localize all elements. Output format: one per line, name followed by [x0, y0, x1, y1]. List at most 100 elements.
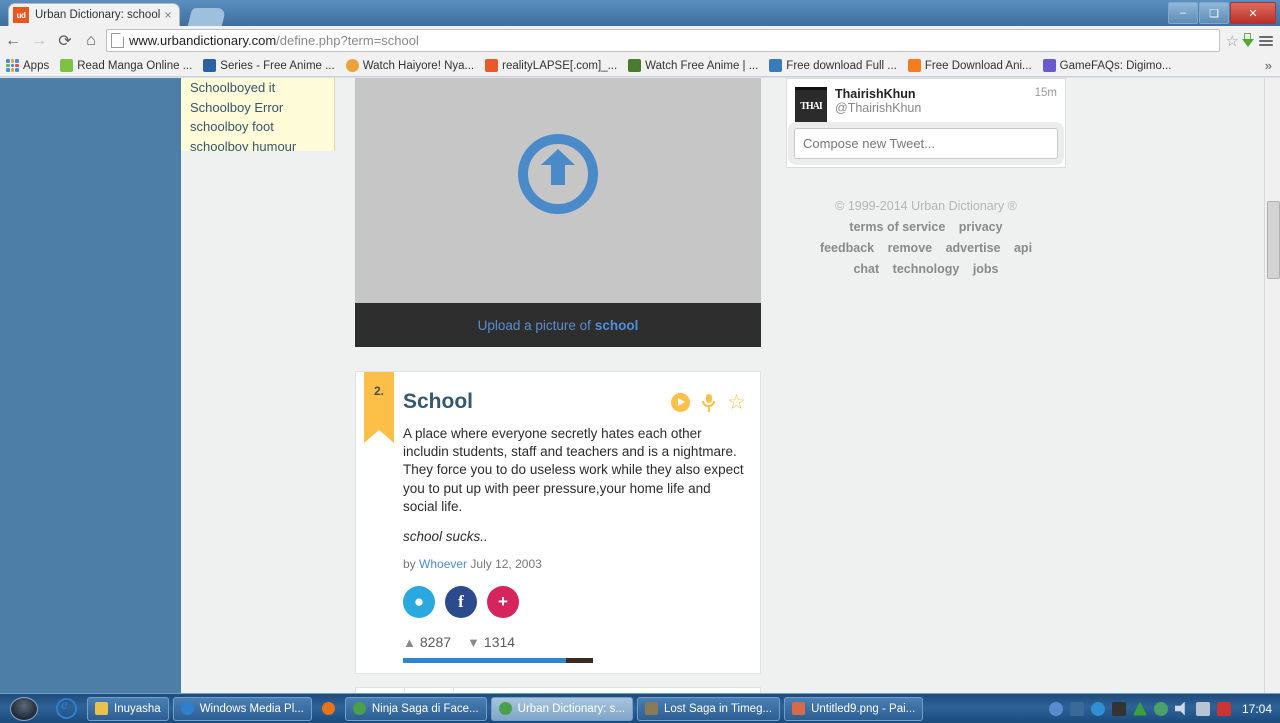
bookmark-item[interactable]: Series - Free Anime ...: [203, 59, 335, 72]
bookmark-item[interactable]: Read Manga Online ...: [60, 59, 192, 72]
footer-link-privacy[interactable]: privacy: [959, 220, 1003, 234]
paint-icon: [792, 702, 806, 715]
author-link[interactable]: Whoever: [419, 557, 467, 571]
chrome-menu-icon[interactable]: [1256, 35, 1276, 46]
bookmark-item[interactable]: realityLAPSE[.com]_...: [485, 59, 617, 72]
star-icon[interactable]: ☆: [727, 392, 746, 413]
bookmark-label: GameFAQs: Digimo...: [1059, 59, 1172, 72]
maximize-button[interactable]: ❑: [1199, 2, 1229, 24]
firefox-launcher[interactable]: [314, 702, 343, 715]
bookmark-label: Free Download Ani...: [924, 59, 1032, 72]
upload-caption[interactable]: Upload a picture of school: [355, 303, 761, 347]
upload-arrow-icon: [518, 134, 598, 214]
compose-tweet-input[interactable]: Compose new Tweet...: [794, 128, 1058, 159]
start-orb-icon: [10, 696, 38, 721]
tray-icon-4[interactable]: [1111, 701, 1126, 716]
back-button[interactable]: ←: [0, 32, 26, 50]
bookmark-star-icon[interactable]: ☆: [1226, 32, 1239, 50]
scrollbar-thumb[interactable]: [1267, 201, 1280, 279]
microphone-icon[interactable]: [699, 393, 718, 412]
bookmarks-overflow-icon[interactable]: »: [1265, 58, 1272, 73]
tweet-author-name: ThairishKhun: [835, 87, 916, 101]
footer-link-chat[interactable]: chat: [853, 262, 879, 276]
taskbar-item-label: Lost Saga in Timeg...: [664, 702, 773, 715]
address-bar[interactable]: www.urbandictionary.com/define.php?term=…: [106, 29, 1220, 52]
suggestion-item[interactable]: schoolboy humour: [190, 137, 334, 152]
new-tab-button[interactable]: [187, 8, 227, 26]
play-icon[interactable]: [671, 392, 691, 412]
facebook-share-icon[interactable]: f: [445, 586, 477, 619]
vote-ratio-bar: [403, 658, 593, 664]
bookmark-apps[interactable]: Apps: [6, 59, 49, 72]
image-upload-area[interactable]: [355, 78, 761, 303]
tray-icon-6[interactable]: [1153, 701, 1168, 716]
volume-icon[interactable]: [1174, 701, 1185, 716]
system-tray: 17:04: [1048, 701, 1280, 716]
footer-link-jobs[interactable]: jobs: [973, 262, 999, 276]
footer-link-feedback[interactable]: feedback: [820, 241, 874, 255]
window-controls: – ❑ ✕: [1168, 2, 1276, 24]
chrome-icon: [352, 702, 366, 715]
upvote-count-group[interactable]: ▲ 8287: [403, 634, 451, 650]
close-window-button[interactable]: ✕: [1230, 2, 1276, 24]
browser-tab[interactable]: ud Urban Dictionary: school ×: [8, 3, 180, 26]
tweet-item[interactable]: THAI ThairishKhun @ThairishKhun 15m: [787, 79, 1065, 122]
start-button[interactable]: [0, 694, 48, 723]
url-path: /define.php?term=school: [276, 33, 419, 48]
footer-link-technology[interactable]: technology: [893, 262, 960, 276]
taskbar-item-urban-dictionary[interactable]: Urban Dictionary: s...: [490, 696, 634, 721]
bookmark-item[interactable]: Free Download Ani...: [907, 59, 1032, 72]
page-info-icon: [111, 33, 124, 48]
taskbar-item-lost-saga[interactable]: Lost Saga in Timeg...: [637, 696, 781, 721]
suggestion-item[interactable]: schoolboy foot: [190, 117, 334, 137]
bookmark-item[interactable]: GameFAQs: Digimo...: [1042, 59, 1172, 72]
browser-tab-strip: ud Urban Dictionary: school × – ❑ ✕: [0, 0, 1280, 26]
minimize-button[interactable]: –: [1168, 2, 1198, 24]
footer-link-terms[interactable]: terms of service: [849, 220, 945, 234]
taskbar-clock[interactable]: 17:04: [1242, 702, 1272, 716]
suggestion-item[interactable]: Schoolboyed it: [190, 78, 334, 98]
bookmark-label: Apps: [23, 59, 50, 72]
footer-link-api[interactable]: api: [1014, 241, 1032, 255]
twitter-share-icon[interactable]: ●: [403, 586, 435, 619]
suggestion-item[interactable]: Schoolboy Error: [190, 98, 334, 118]
tray-icon-3[interactable]: [1090, 701, 1105, 716]
plus-share-icon[interactable]: +: [487, 586, 519, 619]
taskbar-item-label: Ninja Saga di Face...: [371, 702, 479, 715]
definition-header: School ☆: [403, 390, 746, 414]
main-content-column: Upload a picture of school 2. School ☆ A…: [355, 78, 761, 694]
bookmark-item[interactable]: Watch Haiyore! Nya...: [345, 59, 474, 72]
taskbar-item-inuyasha[interactable]: Inuyasha: [87, 696, 169, 721]
tray-icon-1[interactable]: [1048, 701, 1063, 716]
urban-dictionary-page: Schoolboyed it Schoolboy Error schoolboy…: [181, 78, 1265, 694]
taskbar-item-label: Urban Dictionary: s...: [517, 702, 626, 715]
network-icon[interactable]: [1195, 701, 1210, 716]
definition-card: 2. School ☆ A place where everyone secre…: [355, 371, 761, 675]
download-icon[interactable]: [1241, 33, 1254, 48]
home-button[interactable]: ⌂: [78, 32, 104, 50]
definition-rank-ribbon: 2.: [364, 372, 394, 443]
close-tab-icon[interactable]: ×: [161, 8, 175, 22]
upvote-count: 8287: [419, 634, 452, 651]
internet-explorer-icon[interactable]: [56, 697, 77, 719]
footer-link-remove[interactable]: remove: [888, 241, 932, 255]
omnibox-actions: ☆: [1226, 32, 1276, 50]
page-scrollbar[interactable]: [1264, 78, 1280, 694]
tray-icon-5[interactable]: [1132, 701, 1147, 716]
search-suggestions-list: Schoolboyed it Schoolboy Error schoolboy…: [181, 78, 335, 151]
forward-button[interactable]: →: [26, 32, 52, 50]
taskbar-item-paint[interactable]: Untitled9.png - Pai...: [784, 696, 924, 721]
thumb-down-icon: ▼: [467, 635, 480, 651]
taskbar-item-ninja-saga[interactable]: Ninja Saga di Face...: [344, 696, 487, 721]
reload-button[interactable]: ⟳: [52, 31, 78, 51]
taskbar-item-windows-media-player[interactable]: Windows Media Pl...: [172, 696, 312, 721]
downvote-count-group[interactable]: ▼ 1314: [467, 634, 515, 650]
folder-icon: [95, 702, 108, 715]
footer-link-advertise[interactable]: advertise: [946, 241, 1001, 255]
bookmark-item[interactable]: Watch Free Anime | ...: [628, 59, 758, 72]
tweet-author-handle: @ThairishKhun: [835, 101, 922, 115]
bookmark-item[interactable]: Free download Full ...: [769, 59, 897, 72]
definition-action-icons: ☆: [671, 392, 746, 413]
tray-icon-2[interactable]: [1069, 701, 1084, 716]
action-center-icon[interactable]: [1216, 701, 1231, 716]
